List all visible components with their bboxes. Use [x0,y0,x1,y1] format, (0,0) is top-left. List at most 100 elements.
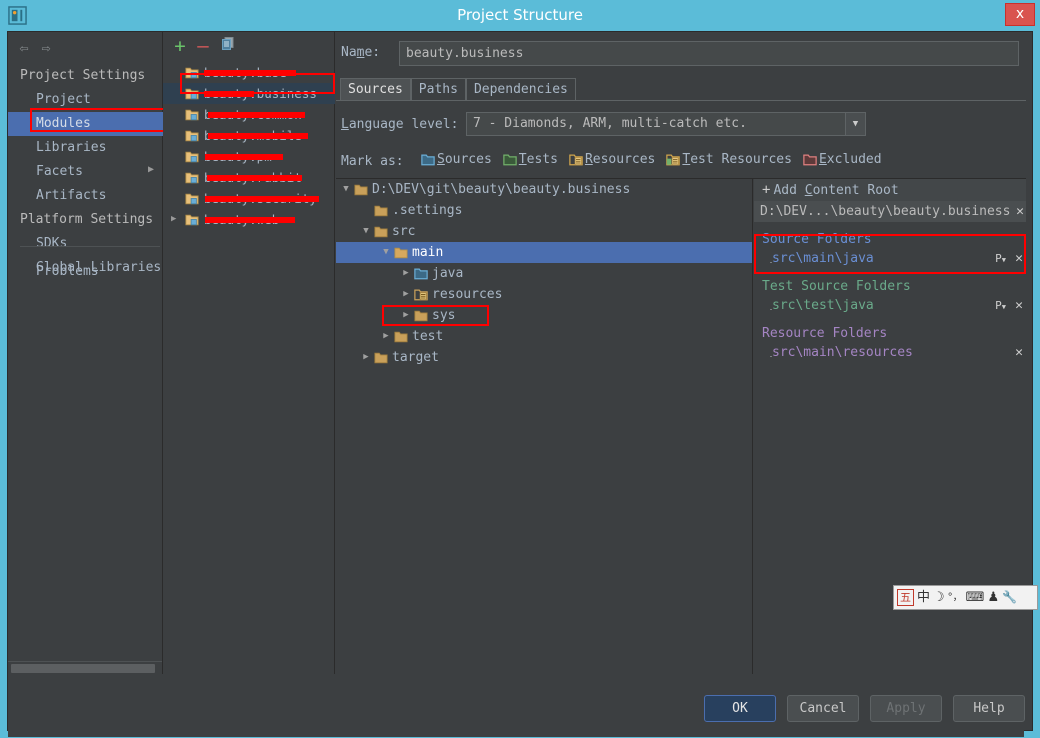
sidebar-item-libraries[interactable]: Libraries [8,136,163,160]
sidebar-item-artifacts[interactable]: Artifacts [8,184,163,208]
mark-as-test-resources-button[interactable]: Test Resources [666,152,792,167]
remove-module-button[interactable]: – [193,36,213,56]
tree-row-label: java [432,266,464,281]
module-name-row: Name: [336,40,1026,68]
sidebar-item-modules[interactable]: Modules [8,112,163,136]
nav-divider [20,246,160,247]
tree-row[interactable]: ▼ src [336,221,752,242]
module-list-item[interactable]: beauty.pm [163,146,335,167]
twisty-icon[interactable]: ▶ [400,284,412,305]
mark-as-buttons: Sources Tests Resources Test Resources E… [421,152,882,167]
sidebar-item-problems[interactable]: Problems [8,260,163,284]
module-list-item[interactable]: beauty.rabbit [163,167,335,188]
module-list-item[interactable]: ▶ beauty.web [163,209,335,230]
excluded-folder-icon [803,154,817,166]
moon-icon[interactable]: ☽ [933,587,945,608]
wubi-mode-icon[interactable]: 五 [897,589,914,606]
resources-folder-icon [569,154,583,166]
chevron-down-icon[interactable]: ▼ [845,113,865,135]
apply-button[interactable]: Apply [870,695,942,722]
tree-row[interactable]: ▶ resources [336,284,752,305]
tree-row[interactable]: ▼ D:\DEV\git\beauty\beauty.business [336,179,752,200]
resource-folder-row[interactable]: src\main\resources ✕ [762,341,1026,363]
cancel-button[interactable]: Cancel [787,695,859,722]
remove-test-source-folder-icon[interactable]: ✕ [1015,296,1023,316]
remove-source-folder-icon[interactable]: ✕ [1015,249,1023,269]
twisty-icon[interactable]: ▶ [400,263,412,284]
twisty-icon[interactable]: ▶ [400,305,412,326]
tab-sources[interactable]: Sources [340,78,411,101]
close-button[interactable]: x [1005,3,1035,26]
module-name: beauty.web [204,212,280,227]
tree-row[interactable]: ▶ test [336,326,752,347]
tab-dependencies[interactable]: Dependencies [465,78,576,101]
mark-as-excluded-button[interactable]: Excluded [803,152,882,167]
package-prefix-button[interactable]: P▼ [995,296,1006,317]
mark-as-sources-button[interactable]: Sources [421,152,492,167]
module-name-input[interactable] [399,41,1019,66]
forward-arrow-icon[interactable]: ⇨ [36,38,56,58]
soft-keyboard-icon[interactable]: ⌨ [966,587,985,608]
tree-row-label: sys [432,308,456,323]
punctuation-icon[interactable]: °， [948,587,963,608]
test-resources-folder-icon [666,154,681,166]
tree-row[interactable]: ▶ sys [336,305,752,326]
module-folder-icon [185,130,199,142]
sidebar-item-facets[interactable]: Facets [8,160,163,184]
expand-arrow-icon[interactable]: ▶ [171,209,181,230]
remove-content-root-icon[interactable]: ✕ [1016,201,1024,222]
content-root-tree: ▼ D:\DEV\git\beauty\beauty.business .set… [336,179,753,674]
mark-as-tests-button[interactable]: Tests [503,152,558,167]
module-list-item-selected[interactable]: beauty.business [163,83,335,104]
twisty-icon[interactable]: ▼ [380,242,392,263]
test-source-folder-row[interactable]: src\test\java P▼ ✕ [762,294,1026,317]
package-prefix-button[interactable]: P▼ [995,249,1006,270]
module-folder-icon [185,214,199,226]
module-list-item[interactable]: beauty.mobile [163,125,335,146]
twisty-icon[interactable]: ▶ [380,326,392,347]
nav-scrollbar-thumb[interactable] [11,664,155,673]
remove-resource-folder-icon[interactable]: ✕ [1015,343,1023,363]
ok-button[interactable]: OK [704,695,776,722]
resources-folder-icon [414,289,428,301]
tree-row[interactable]: ▶ java [336,263,752,284]
sources-folder-icon [414,268,428,280]
test-source-folder-path: src\test\java [772,298,876,313]
tree-row[interactable]: ▶ target [336,347,752,368]
content-root-path-row[interactable]: D:\DEV...\beauty\beauty.business ✕ [754,201,1026,222]
tree-row-label: .settings [392,203,463,218]
mark-as-resources-button[interactable]: Resources [569,152,655,167]
copy-module-button[interactable] [218,36,238,56]
sidebar-item-sdks[interactable]: SDKs [8,232,163,256]
tab-paths[interactable]: Paths [410,78,466,101]
twisty-icon[interactable]: ▼ [360,221,372,242]
module-list-item[interactable]: beauty.common [163,104,335,125]
twisty-icon[interactable]: ▼ [340,179,352,200]
twisty-icon[interactable]: ▶ [360,347,372,368]
tree-row-selected[interactable]: ▼ main [336,242,752,263]
tree-row[interactable]: .settings [336,200,752,221]
nav-group-platform-settings: Platform Settings [20,212,154,227]
help-button[interactable]: Help [953,695,1025,722]
user-dictionary-icon[interactable]: ♟ [987,587,999,608]
title-bar: Project Structure x [0,0,1040,31]
folder-icon [374,226,388,238]
language-level-dropdown[interactable]: 7 - Diamonds, ARM, multi-catch etc. ▼ [466,112,866,136]
source-folder-row[interactable]: src\main\java P▼ ✕ [762,247,1026,270]
back-arrow-icon[interactable]: ⇦ [14,38,34,58]
folder-icon [394,331,408,343]
module-list-item[interactable]: beauty.security [163,188,335,209]
chinese-mode-icon[interactable]: 中 [917,587,930,608]
add-module-button[interactable]: + [170,36,190,56]
platform-settings-expand-icon[interactable]: ▶ [148,164,154,175]
source-folders-title: Source Folders [762,232,872,247]
tests-folder-icon [503,154,517,166]
module-name: beauty.common [204,107,302,122]
module-name: beauty.pm [204,149,272,164]
add-content-root-button[interactable]: + Add Content Root [754,179,1026,201]
modules-panel: + – beauty.base beauty.business beauty.c… [163,32,335,674]
tools-icon[interactable]: 🔧 [1002,587,1017,608]
module-list-item[interactable]: beauty.base [163,62,335,83]
sidebar-item-project[interactable]: Project [8,88,163,112]
nav-horizontal-scrollbar[interactable] [8,661,162,674]
